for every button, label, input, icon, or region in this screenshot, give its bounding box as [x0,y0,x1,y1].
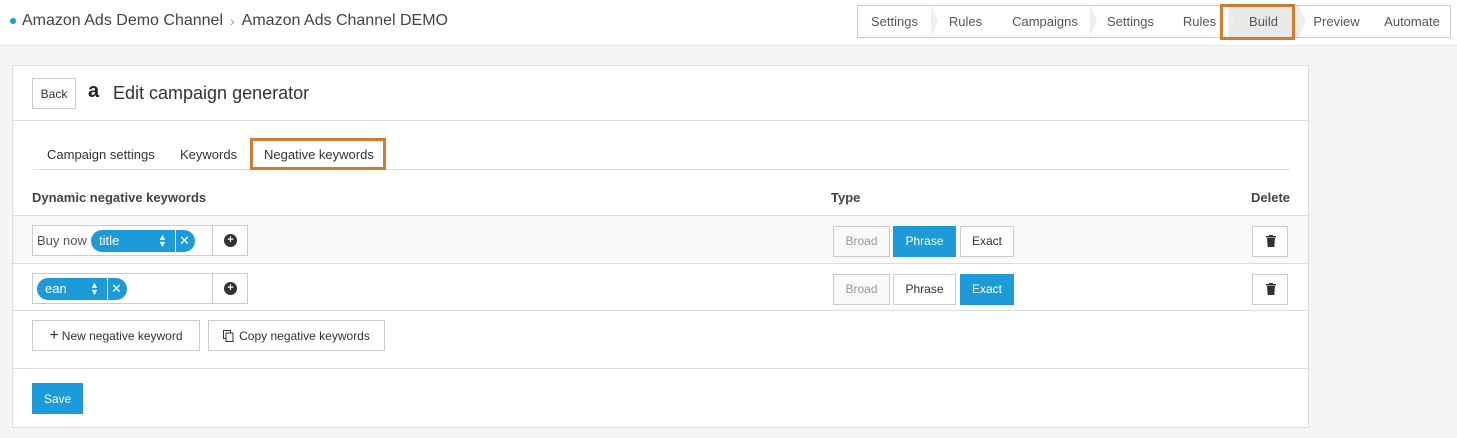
table-row: Buy now title ▲ ▼ ✕ + Broad Phrase Exact [13,215,1308,263]
highlight-box-negative-keywords [250,138,386,170]
step-build[interactable]: Build [1228,6,1306,37]
type-broad-button[interactable]: Broad [833,274,890,305]
delete-button[interactable] [1252,274,1288,305]
wizard-steps: Settings Rules Campaigns Settings Rules … [857,5,1451,38]
status-dot-icon [10,18,16,24]
step-settings[interactable]: Settings [858,6,938,37]
updown-icon[interactable]: ▲ ▼ [158,233,167,249]
trash-icon [1266,235,1276,247]
copy-negative-keywords-button[interactable]: Copy negative keywords [208,320,385,351]
close-icon[interactable]: ✕ [175,230,193,252]
copy-icon [223,329,234,342]
column-header-keywords: Dynamic negative keywords [32,190,207,205]
keyword-input[interactable]: Buy now title ▲ ▼ ✕ [32,225,213,256]
step-campaigns[interactable]: Campaigns [1000,6,1097,37]
updown-icon[interactable]: ▲ ▼ [90,281,99,297]
type-exact-button[interactable]: Exact [960,274,1014,305]
campaign-generator-card: Back a Edit campaign generator Campaign … [12,65,1309,428]
keyword-input[interactable]: ean ▲ ▼ ✕ [32,273,213,304]
add-circle-icon: + [224,282,237,295]
page-title: Edit campaign generator [113,83,310,103]
step-settings-2[interactable]: Settings [1090,6,1171,37]
close-icon[interactable]: ✕ [107,278,125,300]
table-row: ean ▲ ▼ ✕ + Broad Phrase Exact [13,263,1308,311]
add-circle-icon: + [224,234,237,247]
column-header-type: Type [831,190,861,205]
column-header-delete: Delete [1251,190,1291,205]
step-preview[interactable]: Preview [1299,6,1374,37]
attribute-pill-label: ean [45,281,67,296]
new-negative-keyword-label: New negative keyword [61,328,183,343]
tab-campaign-settings[interactable]: Campaign settings [47,147,155,162]
copy-negative-keywords-label: Copy negative keywords [239,328,370,343]
type-phrase-button[interactable]: Phrase [893,274,956,305]
type-exact-button[interactable]: Exact [960,226,1014,257]
tab-bar: Campaign settings Keywords Negative keyw… [33,142,1290,170]
add-attribute-button[interactable]: + [212,225,248,256]
back-button[interactable]: Back [32,78,76,109]
type-broad-button[interactable]: Broad [833,226,890,257]
delete-button[interactable] [1252,226,1288,257]
breadcrumb-parent[interactable]: Amazon Ads Demo Channel [22,12,223,30]
top-bar: Amazon Ads Demo Channel › Amazon Ads Cha… [0,0,1457,46]
keyword-prefix-text: Buy now [37,233,87,248]
add-attribute-button[interactable]: + [212,273,248,304]
attribute-pill[interactable]: title ▲ ▼ ✕ [91,230,195,252]
trash-icon [1266,283,1276,295]
plus-icon: + [49,326,59,344]
attribute-pill[interactable]: ean ▲ ▼ ✕ [37,278,127,300]
breadcrumb: Amazon Ads Demo Channel › Amazon Ads Cha… [10,12,448,30]
new-negative-keyword-button[interactable]: + New negative keyword [32,320,200,351]
step-rules-2[interactable]: Rules [1171,6,1235,37]
amazon-logo-icon: a [88,80,100,102]
type-phrase-button[interactable]: Phrase [893,226,956,257]
save-button[interactable]: Save [32,383,83,414]
step-automate[interactable]: Automate [1374,6,1450,37]
divider [13,368,1308,369]
breadcrumb-current: Amazon Ads Channel DEMO [241,12,448,29]
attribute-pill-label: title [99,233,120,248]
tab-keywords[interactable]: Keywords [180,147,237,162]
card-header: Back a Edit campaign generator [13,66,1308,121]
step-rules[interactable]: Rules [931,6,1000,37]
chevron-right-icon: › [230,13,235,29]
